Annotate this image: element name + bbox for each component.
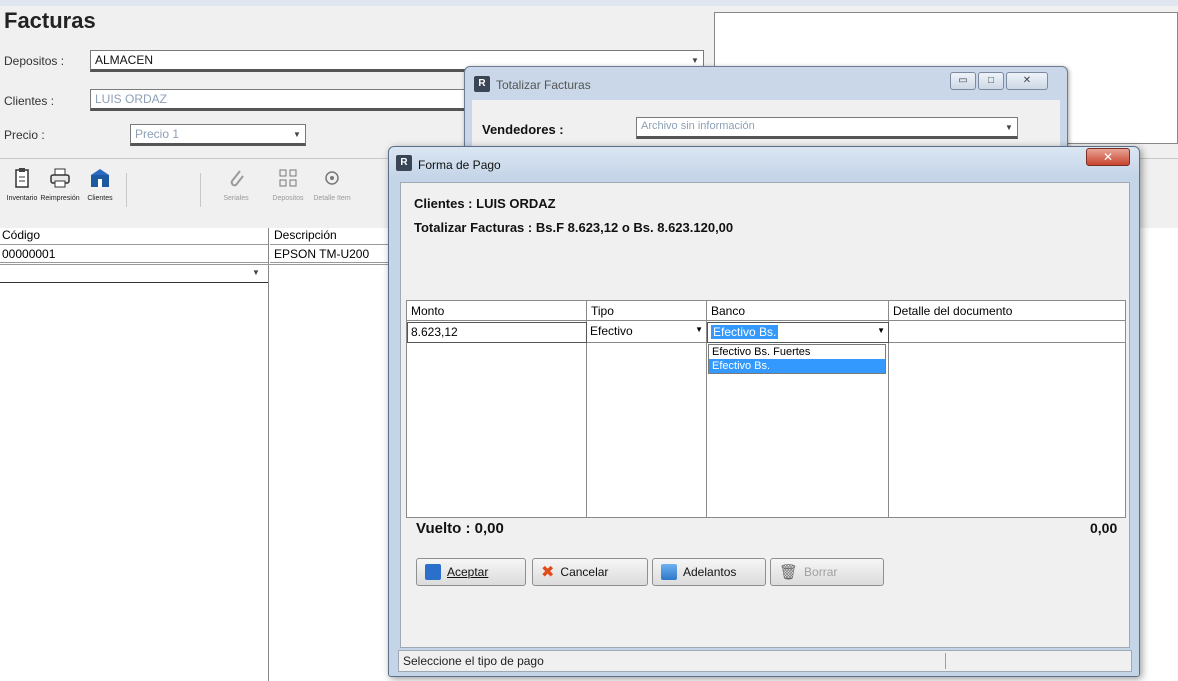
grid-header-descripcion[interactable]: Descripción [270,228,400,245]
grid-column-divider [586,321,587,517]
close-icon: ✕ [1102,150,1114,164]
chevron-down-icon[interactable]: ▼ [877,326,885,335]
column-header-monto[interactable]: Monto [407,301,587,321]
clientes-button[interactable]: Clientes [78,167,122,202]
chevron-down-icon[interactable]: ▼ [250,267,262,279]
app-icon: R [396,155,412,171]
chevron-down-icon[interactable]: ▼ [695,325,703,334]
grid-header-codigo[interactable]: Código [0,228,268,245]
detail-icon [321,167,343,189]
maximize-button[interactable]: □ [978,72,1004,90]
tipo-select[interactable]: Efectivo ▼ [587,322,706,343]
detalle-cell[interactable] [889,322,1125,343]
clientes-field[interactable]: LUIS ORDAZ [90,89,470,111]
toolbar-item-label: Seriales [223,195,249,202]
banco-value: Efectivo Bs. [711,325,779,339]
adelantos-button[interactable]: Adelantos [652,558,766,586]
grid-column-divider [888,321,889,517]
grid-column-divider [706,321,707,517]
printer-icon [49,167,71,189]
adelantos-label: Adelantos [683,565,737,579]
vendedores-label: Vendedores : [482,122,564,137]
column-header-banco[interactable]: Banco [707,301,889,321]
window-top-strip [0,0,1178,6]
clipboard-icon [11,167,33,189]
clientes-value: LUIS ORDAZ [95,92,168,106]
reimpresion-button[interactable]: Reimpresión [38,167,82,202]
seriales-button[interactable]: Seriales [214,167,258,202]
chevron-down-icon[interactable]: ▼ [1003,122,1015,134]
cancel-x-icon: ✖ [541,564,555,581]
totalizar-title: Totalizar Facturas [496,78,591,92]
column-header-detalle[interactable]: Detalle del documento [889,301,1125,321]
deposits-icon [277,167,299,189]
toolbar-item-label: Clientes [87,195,113,202]
borrar-label: Borrar [804,565,838,579]
toolbar-item-label: Detalle Item [313,195,351,202]
status-text: Seleccione el tipo de pago [403,654,544,668]
toolbar-divider [126,173,127,207]
aceptar-button[interactable]: Aceptar [416,558,526,586]
column-header-tipo[interactable]: Tipo [587,301,707,321]
save-icon [425,564,441,580]
monto-cell[interactable]: 8.623,12 [407,322,587,343]
forma-pago-title: Forma de Pago [418,158,501,172]
close-icon: ✕ [1022,75,1032,86]
vuelto-total: 0,00 [1090,520,1118,536]
paperclip-icon [225,167,247,189]
clientes-label: Clientes : [4,94,55,108]
banco-select[interactable]: Efectivo Bs. ▼ [707,322,889,343]
toolbar-divider [200,173,201,207]
grid-column-divider [268,228,269,681]
clients-icon [89,167,111,189]
depositos-label: Depositos : [4,54,65,68]
status-divider [945,653,946,669]
depositos-value: ALMACEN [95,53,154,67]
minimize-button[interactable]: ▭ [950,72,976,90]
cancelar-button[interactable]: ✖ Cancelar [532,558,648,586]
status-bar: Seleccione el tipo de pago [398,650,1132,672]
vuelto-label: Vuelto : 0,00 [416,520,504,537]
chevron-down-icon[interactable]: ▼ [291,129,303,141]
banco-option[interactable]: Efectivo Bs. Fuertes [709,345,885,359]
detalle-item-button[interactable]: Detalle Item [310,167,354,202]
adelantos-icon [661,564,677,580]
totalizar-info: Totalizar Facturas : Bs.F 8.623,12 o Bs.… [414,220,734,235]
toolbar-item-label: Depositos [272,195,304,202]
new-row-select[interactable]: ▼ [0,263,268,283]
banco-dropdown-list: Efectivo Bs. Fuertes Efectivo Bs. [708,344,886,374]
aceptar-label: Aceptar [447,565,489,579]
payment-grid: Monto Tipo Banco Detalle del documento 8… [406,300,1126,518]
depositos-button[interactable]: Depositos [266,167,310,202]
table-row-descripcion[interactable]: EPSON TM-U200 [270,245,400,263]
precio-value: Precio 1 [135,127,180,141]
precio-select[interactable]: Precio 1 ▼ [130,124,306,146]
grid-row-divider [0,264,400,265]
precio-label: Precio : [4,128,45,142]
cancelar-label: Cancelar [560,565,609,579]
tipo-value: Efectivo [590,324,633,338]
borrar-button[interactable]: 🗑 Borrar [770,558,884,586]
vendedores-select[interactable]: Archivo sin información ▼ [636,117,1018,139]
close-button[interactable]: ✕ [1006,72,1048,90]
banco-option-selected[interactable]: Efectivo Bs. [709,359,885,373]
toolbar-item-label: Reimpresión [40,195,80,202]
maximize-icon: □ [987,75,995,86]
clientes-info: Clientes : LUIS ORDAZ [414,196,556,211]
close-button[interactable]: ✕ [1086,148,1130,166]
page-title: Facturas [4,8,96,33]
minimize-icon: ▭ [958,75,968,86]
app-icon: R [474,76,490,92]
vendedores-value: Archivo sin información [641,120,755,132]
trash-icon: 🗑 [779,564,799,581]
table-row-codigo[interactable]: 00000001 [0,245,268,263]
